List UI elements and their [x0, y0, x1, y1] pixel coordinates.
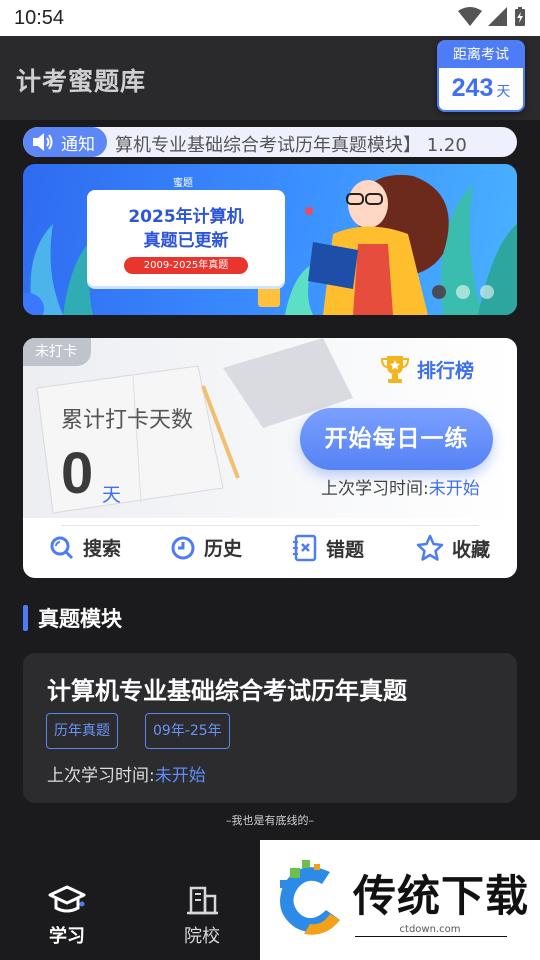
promo-banner[interactable]: 蜜题 2025年计算机 真题已更新 2009-2025年真题	[23, 164, 517, 315]
clock-icon	[171, 536, 195, 559]
app-title: 计考蜜题库	[16, 67, 147, 96]
checkin-total-days: 0	[61, 441, 94, 506]
search-icon	[50, 536, 74, 559]
trophy-icon	[381, 356, 409, 383]
banner-dot[interactable]	[480, 285, 494, 299]
section-accent-bar	[23, 605, 28, 631]
section-header: 真题模块	[23, 604, 122, 632]
banner-year-pill: 2009-2025年真题	[124, 257, 248, 274]
checkin-card: 未打卡 排行榜 累计打卡天数 0 天 开始每日一练 上次学习时间:未开始 搜索 …	[23, 338, 517, 578]
banner-headline-2: 真题已更新	[143, 231, 229, 251]
notice-tag-label: 通知	[61, 134, 95, 155]
start-daily-practice-button[interactable]: 开始每日一练	[300, 408, 493, 470]
watermark-text: 传统下载	[353, 872, 529, 922]
module-tag: 09年-25年	[145, 713, 230, 749]
banner-card: 蜜题 2025年计算机 真题已更新 2009-2025年真题	[87, 178, 285, 286]
notice-bar[interactable]: 算机专业基础综合考试历年真题模块】 1.20 通知	[23, 127, 517, 157]
last-study-prefix: 上次学习时间:	[321, 479, 429, 499]
notice-text: 算机专业基础综合考试历年真题模块】 1.20	[115, 135, 467, 156]
search-label: 搜索	[83, 538, 122, 560]
quick-actions: 搜索 历史 错题 收藏	[23, 534, 517, 570]
divider	[61, 525, 479, 526]
battery-icon	[515, 7, 525, 26]
banner-dot[interactable]	[456, 285, 470, 299]
leaderboard-label: 排行榜	[417, 359, 475, 382]
countdown-label: 距离考试	[439, 42, 523, 68]
wrong-notebook-icon	[293, 534, 317, 562]
countdown-value-row: 243 天	[439, 68, 523, 103]
search-button[interactable]: 搜索	[49, 534, 121, 561]
star-icon	[416, 534, 444, 561]
nav-schools-label: 院校	[184, 926, 220, 947]
wrong-questions-label: 错题	[326, 538, 365, 561]
countdown-unit: 天	[496, 84, 511, 100]
signal-icon	[488, 7, 507, 26]
banner-dot[interactable]	[432, 285, 446, 299]
last-study-value: 未开始	[428, 479, 480, 499]
watermark: 传统下载 ctdown.com	[260, 840, 540, 960]
graduation-cap-icon	[48, 885, 86, 913]
countdown-days: 243	[451, 74, 494, 102]
checkin-total-label: 累计打卡天数	[61, 408, 194, 433]
section-title: 真题模块	[38, 607, 122, 631]
banner-pagination	[432, 285, 494, 299]
status-time: 10:54	[14, 7, 65, 29]
wifi-icon	[458, 7, 482, 26]
speaker-icon	[33, 133, 53, 151]
history-button[interactable]: 历史	[170, 534, 242, 561]
checkin-days-unit: 天	[102, 484, 122, 506]
nav-study-label: 学习	[49, 926, 85, 947]
favorites-button[interactable]: 收藏	[416, 534, 490, 562]
watermark-url: ctdown.com	[399, 924, 461, 935]
end-of-list-note: –我也是有底线的–	[226, 814, 314, 827]
checkin-status-badge: 未打卡	[23, 338, 91, 366]
history-label: 历史	[204, 538, 243, 560]
module-last-study-prefix: 上次学习时间:	[47, 766, 155, 786]
module-title: 计算机专业基础综合考试历年真题	[47, 677, 407, 705]
exam-countdown[interactable]: 距离考试 243 天	[437, 40, 525, 112]
wrong-questions-button[interactable]: 错题	[292, 534, 364, 562]
banner-small-text: 蜜题	[173, 178, 193, 189]
nav-schools[interactable]: 院校	[162, 884, 242, 948]
banner-headline-1: 2025年计算机	[128, 207, 244, 227]
status-icons	[458, 7, 526, 27]
nav-study[interactable]: 学习	[27, 884, 107, 948]
building-icon	[187, 886, 218, 915]
module-last-study: 上次学习时间:未开始	[47, 761, 206, 786]
favorites-label: 收藏	[452, 538, 491, 561]
watermark-line	[355, 936, 507, 937]
last-study-time: 上次学习时间:未开始	[321, 474, 480, 499]
notice-tag: 通知	[23, 127, 107, 157]
module-tag: 历年真题	[46, 713, 118, 749]
watermark-logo	[280, 860, 340, 935]
status-bar: 10:54	[0, 0, 540, 36]
exam-module-card[interactable]: 计算机专业基础综合考试历年真题 历年真题 09年-25年 上次学习时间:未开始	[23, 653, 517, 803]
module-last-study-value: 未开始	[154, 766, 206, 786]
leaderboard-link[interactable]: 排行榜	[381, 354, 474, 384]
